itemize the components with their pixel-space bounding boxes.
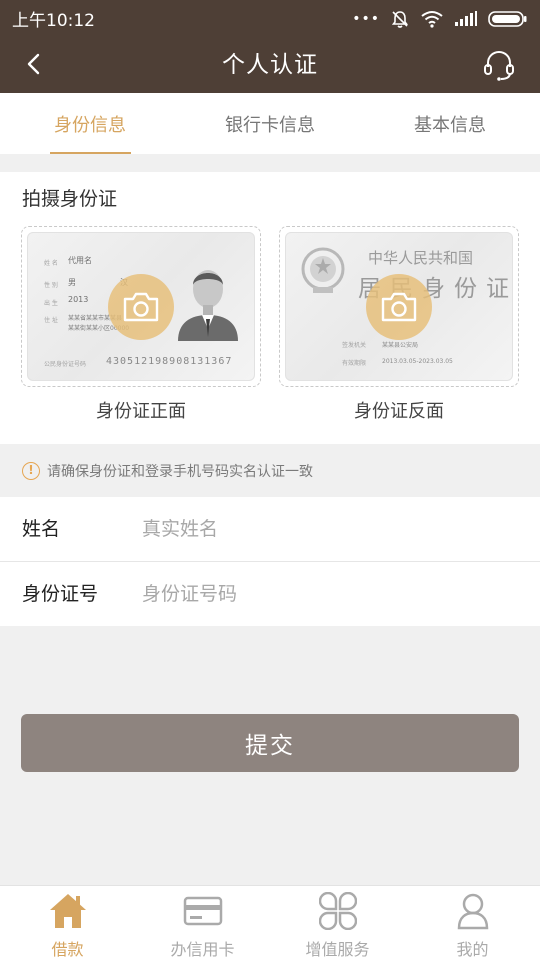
notice-text: 请确保身份证和登录手机号码实名认证一致 xyxy=(47,463,313,480)
id-back-upload[interactable]: 中华人民共和国 居民身份证 签发机关 某某县公安局 有效期限 2013.03.0… xyxy=(279,226,519,387)
authority-value: 某某县公安局 xyxy=(382,342,419,349)
services-icon xyxy=(318,892,357,930)
name-row: 姓名 xyxy=(0,497,540,561)
id-number-label: 公民身份证号码 xyxy=(44,361,87,368)
tab-label: 基本信息 xyxy=(414,114,486,136)
nav-label: 增值服务 xyxy=(305,940,370,959)
name-input[interactable] xyxy=(142,509,512,549)
tab-bar: 身份信息 银行卡信息 基本信息 xyxy=(0,93,540,154)
status-time: 上午10:12 xyxy=(12,11,95,31)
nav-loan[interactable]: 借款 xyxy=(0,886,135,960)
tab-label: 银行卡信息 xyxy=(225,114,315,136)
id-card-section: 拍摄身份证 姓 名 代用名 性 别 男 汉 出 生 2013 住 址 某某省某某… xyxy=(0,172,540,444)
battery-icon xyxy=(488,10,527,27)
app-header: 个人认证 xyxy=(0,37,540,93)
id-number-input[interactable] xyxy=(142,574,512,614)
country-name: 中华人民共和国 xyxy=(368,249,474,267)
user-icon xyxy=(457,893,488,930)
headset-icon xyxy=(484,50,514,81)
camera-icon xyxy=(123,292,159,321)
id-number-field-label: 身份证号 xyxy=(22,583,99,605)
signal-icon xyxy=(455,10,477,26)
name-field-value: 代用名 xyxy=(68,256,92,265)
front-camera-button[interactable] xyxy=(108,273,174,340)
credit-card-icon xyxy=(183,896,222,926)
nav-value-added-services[interactable]: 增值服务 xyxy=(270,886,405,960)
birth-field-value: 2013 xyxy=(68,295,89,304)
name-label: 姓名 xyxy=(22,518,61,540)
tab-basic-info[interactable]: 基本信息 xyxy=(360,93,540,154)
id-back-caption: 身份证反面 xyxy=(354,401,444,422)
tab-bank-card-info[interactable]: 银行卡信息 xyxy=(180,93,360,154)
tab-identity-info[interactable]: 身份信息 xyxy=(0,93,180,154)
bottom-nav: 借款 办信用卡 增值服务 我的 xyxy=(0,885,540,960)
section-title: 拍摄身份证 xyxy=(22,188,118,210)
nav-label: 我的 xyxy=(456,940,489,959)
back-camera-button[interactable] xyxy=(366,273,432,340)
status-bar: 上午10:12 ••• xyxy=(0,0,540,37)
birth-field-label: 出 生 xyxy=(44,300,58,307)
national-emblem-icon xyxy=(301,247,345,293)
page-title: 个人认证 xyxy=(222,52,318,78)
nav-label: 借款 xyxy=(51,940,84,959)
home-icon xyxy=(49,894,86,928)
validity-value: 2013.03.05-2023.03.05 xyxy=(382,358,453,365)
gender-field-label: 性 别 xyxy=(44,282,58,289)
nav-label: 办信用卡 xyxy=(170,940,235,959)
warning-icon: ! xyxy=(22,461,40,480)
address-field-label: 住 址 xyxy=(44,317,58,324)
bell-muted-icon xyxy=(391,10,409,28)
validity-label: 有效期限 xyxy=(342,360,367,367)
camera-icon xyxy=(381,292,417,321)
verification-notice: ! 请确保身份证和登录手机号码实名认证一致 xyxy=(0,444,540,497)
authority-label: 签发机关 xyxy=(342,342,367,349)
customer-service-button[interactable] xyxy=(482,48,516,82)
tab-label: 身份信息 xyxy=(54,114,126,136)
id-number-row: 身份证号 xyxy=(0,562,540,626)
wifi-icon xyxy=(421,10,443,28)
id-number-value: 430512198908131367 xyxy=(106,356,233,367)
nav-credit-card[interactable]: 办信用卡 xyxy=(135,886,270,960)
more-dots: ••• xyxy=(352,10,380,27)
id-front-caption: 身份证正面 xyxy=(96,401,186,422)
submit-button[interactable]: 提交 xyxy=(21,714,519,772)
nav-mine[interactable]: 我的 xyxy=(405,886,540,960)
active-tab-indicator xyxy=(50,152,131,154)
gender-field-value: 男 xyxy=(68,278,76,287)
status-icons: ••• xyxy=(352,9,528,29)
id-front-upload[interactable]: 姓 名 代用名 性 别 男 汉 出 生 2013 住 址 某某省某某市某某县 某… xyxy=(21,226,261,387)
portrait-icon xyxy=(178,270,238,341)
name-field-label: 姓 名 xyxy=(44,260,58,267)
